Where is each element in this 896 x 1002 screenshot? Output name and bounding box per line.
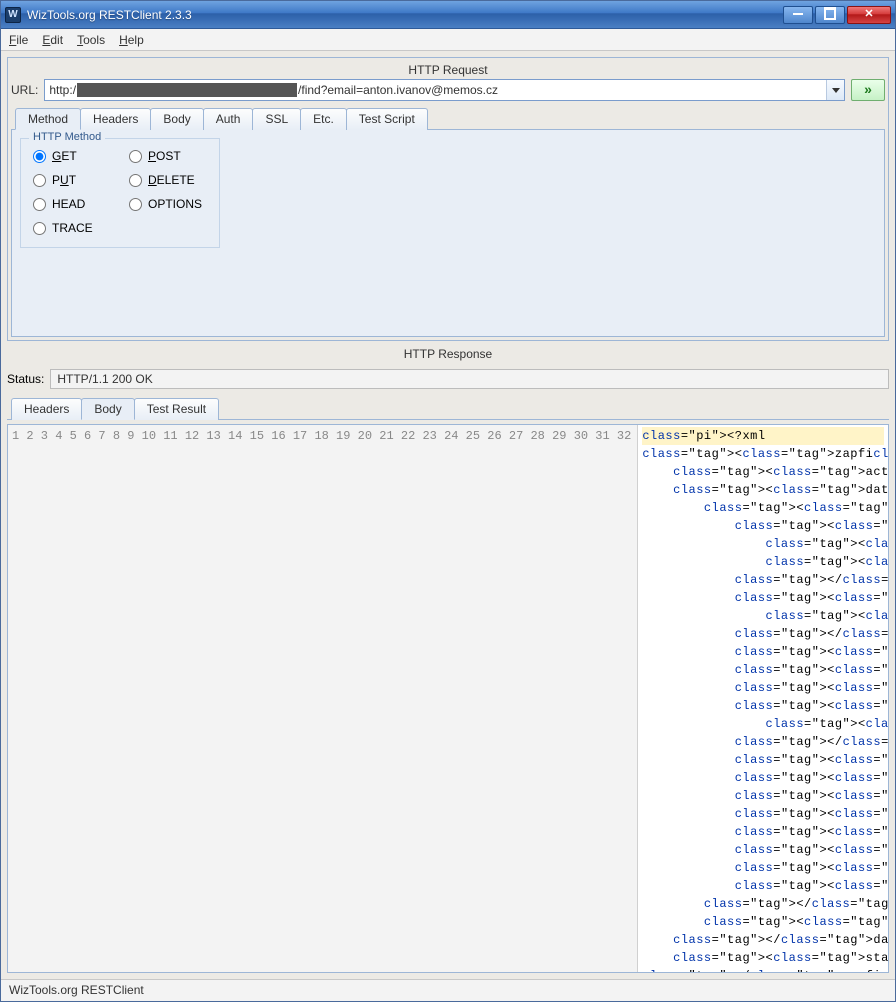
tab-body[interactable]: Body: [150, 108, 203, 130]
tab-resp-headers[interactable]: Headers: [11, 398, 82, 420]
response-body-code[interactable]: class="pi"><?xml version=class="str">"1.…: [638, 425, 888, 972]
tab-test-script[interactable]: Test Script: [346, 108, 428, 130]
status-value: HTTP/1.1 200 OK: [50, 369, 889, 389]
window-title: WizTools.org RESTClient 2.3.3: [27, 8, 783, 22]
send-button[interactable]: »: [851, 79, 885, 101]
radio-get[interactable]: GET: [33, 149, 111, 163]
radio-trace[interactable]: TRACE: [33, 221, 111, 235]
http-method-fieldset: HTTP Method GET POST PUT: [20, 138, 220, 248]
content-area: HTTP Request URL: http:/ /find?email=ant…: [1, 51, 895, 979]
tab-etc[interactable]: Etc.: [300, 108, 347, 130]
tab-method[interactable]: Method: [15, 108, 81, 130]
url-dropdown-icon[interactable]: [826, 80, 844, 100]
menubar: File Edit Tools Help: [1, 29, 895, 51]
status-label: Status:: [7, 372, 44, 386]
method-panel: HTTP Method GET POST PUT: [11, 130, 885, 337]
radio-put[interactable]: PUT: [33, 173, 111, 187]
tab-auth[interactable]: Auth: [203, 108, 254, 130]
radio-options[interactable]: OPTIONS: [129, 197, 207, 211]
app-icon: W: [5, 7, 21, 23]
radio-head[interactable]: HEAD: [33, 197, 111, 211]
request-tabset: Method Headers Body Auth SSL Etc. Test S…: [11, 107, 885, 130]
status-row: Status: HTTP/1.1 200 OK: [7, 369, 889, 389]
radio-delete[interactable]: DELETE: [129, 173, 207, 187]
tab-resp-body[interactable]: Body: [81, 398, 134, 420]
response-tabset: Headers Body Test Result: [7, 397, 889, 420]
url-row: URL: http:/ /find?email=anton.ivanov@mem…: [11, 79, 885, 101]
radio-post[interactable]: POST: [129, 149, 207, 163]
url-label: URL:: [11, 83, 38, 97]
window-controls: [783, 6, 891, 24]
close-button[interactable]: [847, 6, 891, 24]
menu-file[interactable]: File: [9, 33, 28, 47]
maximize-button[interactable]: [815, 6, 845, 24]
redacted-host: [77, 83, 297, 97]
line-gutter: 1 2 3 4 5 6 7 8 9 10 11 12 13 14 15 16 1…: [8, 425, 638, 972]
response-section-label: HTTP Response: [7, 347, 889, 361]
statusbar: WizTools.org RESTClient: [1, 979, 895, 1001]
titlebar[interactable]: W WizTools.org RESTClient 2.3.3: [1, 1, 895, 29]
tab-ssl[interactable]: SSL: [252, 108, 301, 130]
tab-resp-test-result[interactable]: Test Result: [134, 398, 219, 420]
url-input[interactable]: http:/ /find?email=anton.ivanov@memos.cz: [45, 80, 826, 100]
menu-tools[interactable]: Tools: [77, 33, 105, 47]
menu-help[interactable]: Help: [119, 33, 144, 47]
response-body-panel: 1 2 3 4 5 6 7 8 9 10 11 12 13 14 15 16 1…: [7, 424, 889, 973]
url-combobox[interactable]: http:/ /find?email=anton.ivanov@memos.cz: [44, 79, 845, 101]
request-section: HTTP Request URL: http:/ /find?email=ant…: [7, 57, 889, 341]
http-method-legend: HTTP Method: [29, 131, 105, 143]
tab-headers[interactable]: Headers: [80, 108, 151, 130]
app-window: W WizTools.org RESTClient 2.3.3 File Edi…: [0, 0, 896, 1002]
minimize-button[interactable]: [783, 6, 813, 24]
menu-edit[interactable]: Edit: [42, 33, 63, 47]
request-section-label: HTTP Request: [11, 63, 885, 77]
